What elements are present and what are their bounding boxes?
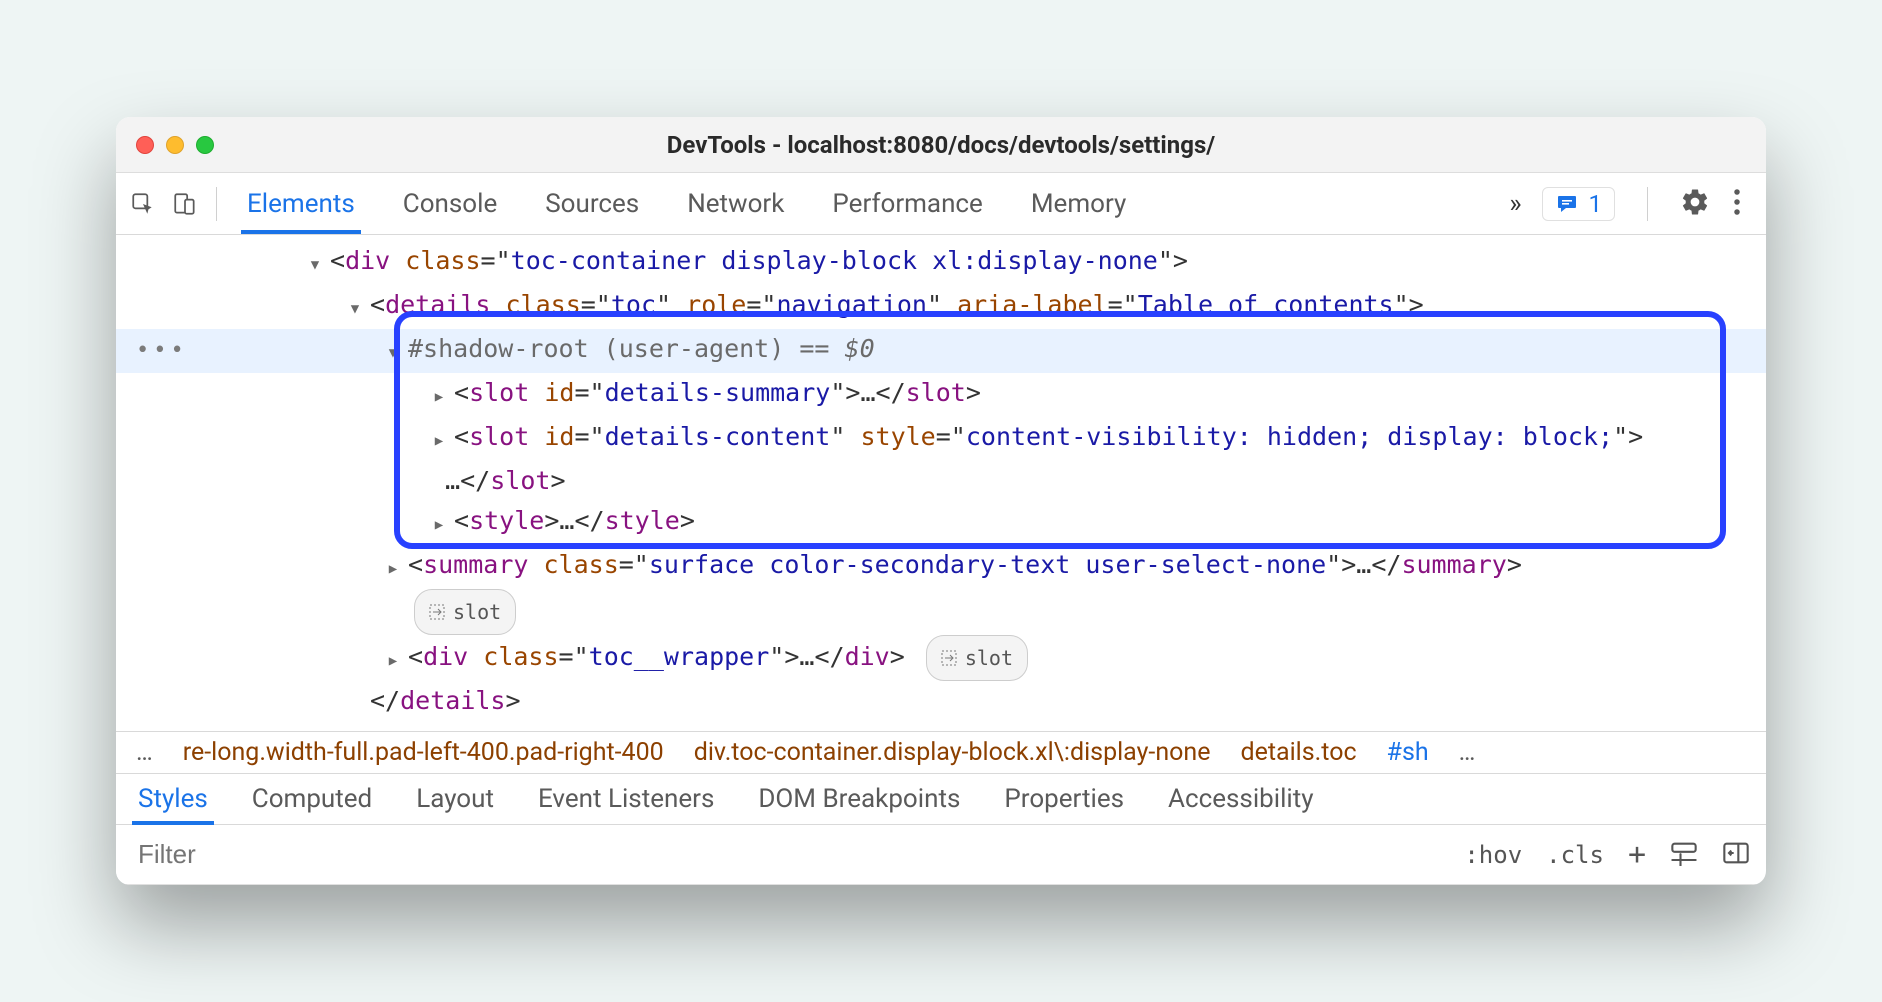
styles-filter-bar: :hov .cls + xyxy=(116,825,1766,885)
tab-elements[interactable]: Elements xyxy=(245,176,357,232)
tab-properties[interactable]: Properties xyxy=(1002,774,1126,824)
slot-badge-label: slot xyxy=(965,638,1013,678)
breadcrumb-item-active[interactable]: #sh xyxy=(1387,738,1429,767)
settings-icon[interactable] xyxy=(1680,187,1710,221)
window-controls xyxy=(116,136,214,154)
dom-node[interactable]: <style>…</style> xyxy=(116,501,1766,545)
devtools-window: DevTools - localhost:8080/docs/devtools/… xyxy=(116,117,1766,885)
gutter-menu-icon[interactable]: ••• xyxy=(136,338,188,363)
dom-node[interactable]: <slot id="details-summary">…</slot> xyxy=(116,373,1766,417)
toolbar-divider xyxy=(1647,187,1648,221)
tab-accessibility[interactable]: Accessibility xyxy=(1166,774,1316,824)
issues-button[interactable]: 1 xyxy=(1542,187,1616,221)
panel-tabs: Elements Console Sources Network Perform… xyxy=(245,176,1503,232)
reveal-icon xyxy=(941,650,957,666)
computed-styles-sidebar-icon[interactable] xyxy=(1670,840,1698,870)
tab-dom-breakpoints[interactable]: DOM Breakpoints xyxy=(756,774,962,824)
tab-memory[interactable]: Memory xyxy=(1029,176,1128,232)
dom-node-badge: slot xyxy=(116,589,1766,635)
expand-toggle-icon[interactable] xyxy=(430,417,448,461)
slot-badge[interactable]: slot xyxy=(414,589,516,635)
dom-node-selected[interactable]: ••• #shadow-root (user-agent) == $0 xyxy=(116,329,1766,373)
slot-badge[interactable]: slot xyxy=(926,635,1028,681)
inspect-element-icon[interactable] xyxy=(122,183,164,225)
expand-toggle-icon[interactable] xyxy=(430,373,448,417)
expand-toggle-icon[interactable] xyxy=(430,501,448,545)
tab-styles[interactable]: Styles xyxy=(136,774,210,824)
dom-node[interactable]: <div class="toc-container display-block … xyxy=(116,241,1766,285)
expand-toggle-icon[interactable] xyxy=(384,637,402,681)
tab-layout[interactable]: Layout xyxy=(414,774,496,824)
window-title: DevTools - localhost:8080/docs/devtools/… xyxy=(116,131,1766,159)
dom-node[interactable]: <div class="toc__wrapper">…</div> slot xyxy=(116,635,1766,681)
tab-network[interactable]: Network xyxy=(685,176,786,232)
expand-toggle-icon[interactable] xyxy=(346,285,364,329)
expand-toggle-icon[interactable] xyxy=(384,329,402,373)
breadcrumb-item[interactable]: div.toc-container.display-block.xl\:disp… xyxy=(694,738,1211,767)
dom-node[interactable]: </details> xyxy=(116,681,1766,721)
reveal-icon xyxy=(429,604,445,620)
issues-count: 1 xyxy=(1589,190,1603,218)
tab-sources[interactable]: Sources xyxy=(543,176,641,232)
dom-breadcrumbs[interactable]: … re-long.width-full.pad-left-400.pad-ri… xyxy=(116,731,1766,774)
cls-toggle[interactable]: .cls xyxy=(1546,841,1604,869)
zoom-window-button[interactable] xyxy=(196,136,214,154)
expand-toggle-icon[interactable] xyxy=(384,545,402,589)
more-options-icon[interactable] xyxy=(1732,187,1742,221)
tab-console[interactable]: Console xyxy=(401,176,499,232)
toolbar-divider xyxy=(216,187,217,221)
tab-performance[interactable]: Performance xyxy=(830,176,984,232)
titlebar: DevTools - localhost:8080/docs/devtools/… xyxy=(116,117,1766,173)
expand-toggle-icon[interactable] xyxy=(306,241,324,285)
dom-node[interactable]: <slot id="details-content" style="conten… xyxy=(116,417,1766,501)
tab-computed[interactable]: Computed xyxy=(250,774,374,824)
toggle-sidebar-icon[interactable] xyxy=(1722,841,1750,869)
breadcrumb-item[interactable]: details.toc xyxy=(1240,738,1356,767)
main-toolbar: Elements Console Sources Network Perform… xyxy=(116,173,1766,235)
close-window-button[interactable] xyxy=(136,136,154,154)
slot-badge-label: slot xyxy=(453,592,501,632)
styles-filter-input[interactable] xyxy=(116,825,1448,884)
dom-node[interactable]: <details class="toc" role="navigation" a… xyxy=(116,285,1766,329)
message-icon xyxy=(1555,192,1579,216)
hov-toggle[interactable]: :hov xyxy=(1464,841,1522,869)
toolbar-right: 1 xyxy=(1542,187,1761,221)
breadcrumb-overflow-right[interactable]: … xyxy=(1459,738,1476,767)
tab-event-listeners[interactable]: Event Listeners xyxy=(536,774,716,824)
more-tabs-icon[interactable]: » xyxy=(1509,189,1521,219)
dom-tree[interactable]: <div class="toc-container display-block … xyxy=(116,235,1766,731)
device-toolbar-icon[interactable] xyxy=(164,183,206,225)
minimize-window-button[interactable] xyxy=(166,136,184,154)
sidebar-tabs: Styles Computed Layout Event Listeners D… xyxy=(116,774,1766,825)
breadcrumb-overflow-left[interactable]: … xyxy=(136,738,153,767)
new-style-rule-icon[interactable]: + xyxy=(1628,837,1646,872)
breadcrumb-item[interactable]: re-long.width-full.pad-left-400.pad-righ… xyxy=(183,738,664,767)
dom-node[interactable]: <summary class="surface color-secondary-… xyxy=(116,545,1766,589)
